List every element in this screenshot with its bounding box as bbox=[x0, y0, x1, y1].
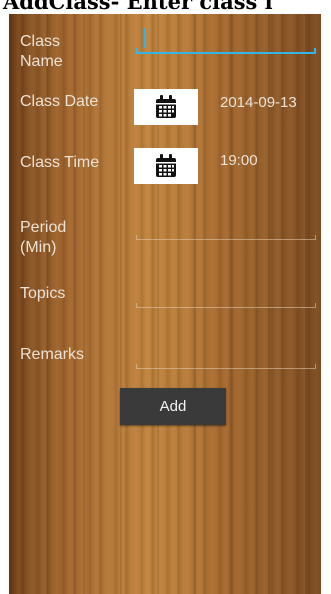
topics-underline bbox=[136, 303, 316, 308]
page-title: AddClass- Enter class i bbox=[0, 0, 331, 14]
remarks-input[interactable] bbox=[136, 341, 316, 371]
date-picker-button[interactable] bbox=[134, 89, 198, 125]
class-time-value: 19:00 bbox=[220, 152, 258, 169]
period-label: Period (Min) bbox=[20, 219, 67, 256]
add-button-label: Add bbox=[159, 398, 187, 415]
class-name-underline bbox=[136, 48, 316, 54]
remarks-underline bbox=[136, 364, 316, 369]
topics-label: Topics bbox=[20, 285, 66, 302]
remarks-label: Remarks bbox=[20, 346, 85, 363]
period-input[interactable] bbox=[136, 212, 316, 242]
text-cursor bbox=[144, 28, 146, 48]
add-class-screen: AddClass- Enter class i Class Name Class… bbox=[0, 0, 331, 594]
class-name-label: Class Name bbox=[20, 33, 63, 70]
class-time-label: Class Time bbox=[20, 154, 100, 171]
period-underline bbox=[136, 235, 316, 240]
class-name-input[interactable] bbox=[136, 26, 316, 56]
add-button[interactable]: Add bbox=[120, 388, 226, 425]
class-date-label: Class Date bbox=[20, 93, 99, 110]
calendar-icon bbox=[156, 154, 176, 177]
topics-input[interactable] bbox=[136, 280, 316, 310]
class-date-value: 2014-09-13 bbox=[220, 94, 297, 111]
calendar-icon bbox=[156, 95, 176, 118]
time-picker-button[interactable] bbox=[134, 148, 198, 184]
